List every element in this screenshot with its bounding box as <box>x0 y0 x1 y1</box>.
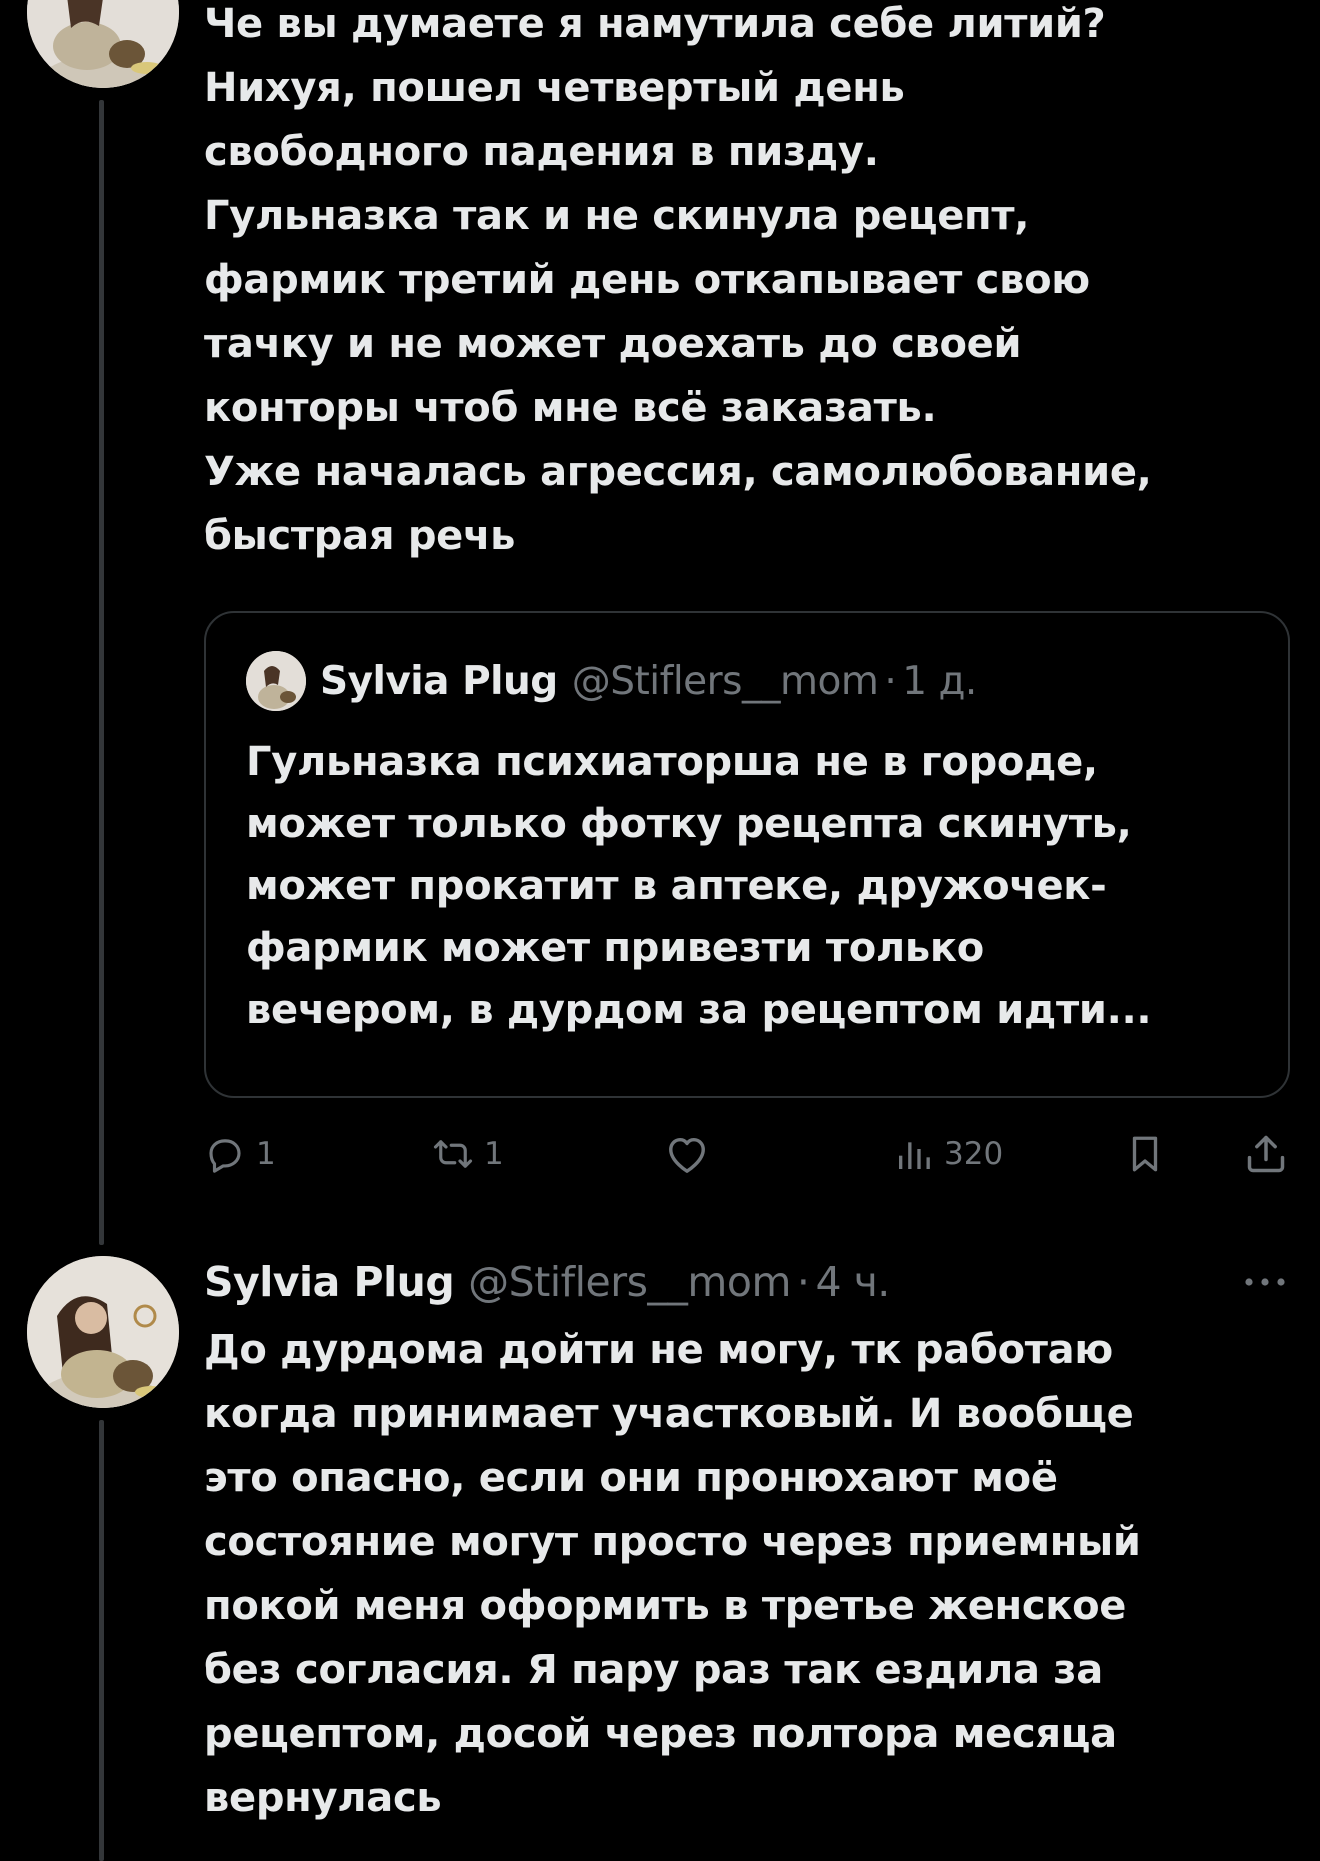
tweet-text-line: конторы чтоб мне всё заказать. <box>204 385 937 431</box>
author-handle[interactable]: @Stiflers__mom <box>468 1258 791 1306</box>
quoted-text-line: фармик может привезти только <box>246 925 984 971</box>
repost-icon <box>432 1133 474 1175</box>
separator-dot: · <box>884 658 897 704</box>
tweet-text: Че вы думаете я намутила себе литий? Них… <box>204 0 1284 568</box>
views-button[interactable]: 320 <box>894 1126 1003 1182</box>
tweet-text-line: быстрая речь <box>204 513 516 559</box>
quoted-text-line: вечером, в дурдом за рецептом идти... <box>246 987 1152 1033</box>
more-button[interactable] <box>1240 1262 1290 1302</box>
tweet-text-line: без согласия. Я пару раз так ездила за <box>204 1647 1103 1693</box>
tweet-text-line: фармик третий день откапывает свою <box>204 257 1090 303</box>
author-avatar[interactable] <box>27 1256 179 1408</box>
author-avatar[interactable] <box>27 0 179 88</box>
heart-icon <box>664 1133 710 1175</box>
tweet-text-line: Уже началась агрессия, самолюбование, <box>204 449 1152 495</box>
tweet-text-line: Гульназка так и не скинула рецепт, <box>204 193 1030 239</box>
quoted-text-line: может только фотку рецепта скинуть, <box>246 801 1132 847</box>
thread-line <box>99 1420 104 1861</box>
quoted-author-name[interactable]: Sylvia Plug <box>320 659 558 704</box>
tweet-text-line: покой меня оформить в третье женское <box>204 1583 1127 1629</box>
bookmark-icon <box>1124 1132 1166 1176</box>
share-icon <box>1244 1132 1288 1176</box>
reply-button[interactable]: 1 <box>204 1126 276 1182</box>
reply-icon <box>204 1133 246 1175</box>
quoted-tweet-header: Sylvia Plug @Stiflers__mom · 1 д. <box>246 651 977 711</box>
tweet-text-line: До дурдома дойти не могу, тк работаю <box>204 1327 1113 1373</box>
tweet-text-line: тачку и не может доехать до своей <box>204 321 1022 367</box>
quoted-tweet-card[interactable]: Sylvia Plug @Stiflers__mom · 1 д. Гульна… <box>204 611 1290 1098</box>
author-name[interactable]: Sylvia Plug <box>204 1258 455 1306</box>
thread-line <box>99 100 104 1245</box>
quoted-author-avatar <box>246 651 306 711</box>
views-icon <box>894 1133 934 1175</box>
tweet-text-line: Нихуя, пошел четвертый день <box>204 65 905 111</box>
like-button[interactable] <box>664 1126 710 1182</box>
tweet-text-line: свободного падения в пизду. <box>204 129 879 175</box>
tweet-text-line: состояние могут просто через приемный <box>204 1519 1141 1565</box>
views-count: 320 <box>944 1136 1004 1172</box>
more-icon <box>1240 1278 1290 1306</box>
quoted-text-line: Гульназка психиаторша не в городе, <box>246 739 1098 785</box>
quoted-tweet-time[interactable]: 1 д. <box>902 659 977 704</box>
quoted-text-line: может прокатит в аптеке, дружочек- <box>246 863 1107 909</box>
reply-count: 1 <box>256 1136 276 1172</box>
tweet-text-line: рецептом, досой через полтора месяца <box>204 1711 1117 1757</box>
quoted-author-handle[interactable]: @Stiflers__mom <box>572 659 879 704</box>
share-button[interactable] <box>1244 1126 1288 1182</box>
tweet-text-line: когда принимает участковый. И вообще <box>204 1391 1134 1437</box>
tweet-text-line: вернулась <box>204 1775 442 1821</box>
tweet-header: Sylvia Plug @Stiflers__mom · 4 ч. <box>204 1252 890 1312</box>
tweet-text-line: это опасно, если они пронюхают моё <box>204 1455 1058 1501</box>
tweet-time[interactable]: 4 ч. <box>815 1258 890 1306</box>
repost-count: 1 <box>484 1136 504 1172</box>
quoted-tweet-text: Гульназка психиаторша не в городе, может… <box>246 731 1256 1041</box>
bookmark-button[interactable] <box>1124 1126 1166 1182</box>
tweet-text-line: Че вы думаете я намутила себе литий? <box>204 1 1106 47</box>
tweet-actions: 1 1 320 <box>204 1126 1294 1182</box>
tweet-text: До дурдома дойти не могу, тк работаю ког… <box>204 1318 1284 1830</box>
separator-dot: · <box>796 1258 810 1306</box>
repost-button[interactable]: 1 <box>432 1126 504 1182</box>
